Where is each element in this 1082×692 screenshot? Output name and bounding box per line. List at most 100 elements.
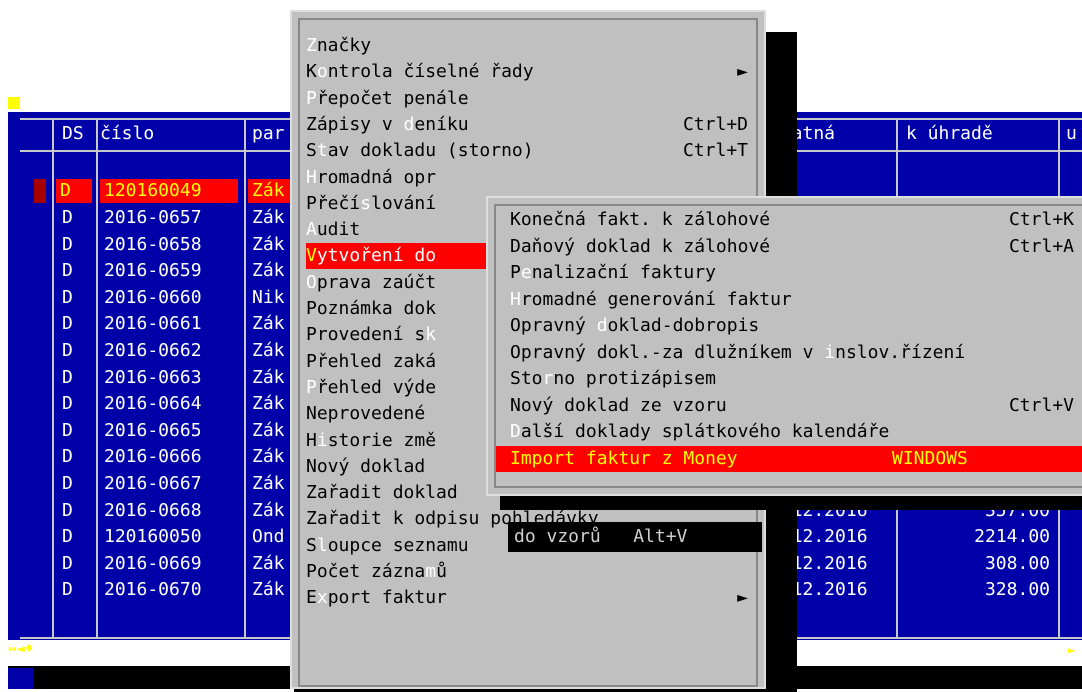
submenu-item-6[interactable]: Storno protizápisem [510, 366, 1082, 392]
table-cell-k-uhrade[interactable]: 308.00 [900, 552, 1050, 576]
menu-item-hotkey: e [520, 262, 532, 283]
table-cell-ds[interactable]: D [62, 578, 73, 602]
menu-item-hotkey: Z [306, 35, 317, 56]
table-cell-partner[interactable]: Zák [252, 445, 285, 469]
menu-item-4[interactable]: Stav dokladu (storno) Ctrl+T [306, 138, 756, 164]
table-cell-ds[interactable]: D [62, 366, 73, 390]
column-header-cislo[interactable]: číslo [100, 122, 154, 146]
table-cell-partner[interactable]: Zák [252, 339, 285, 363]
table-cell-cislo[interactable]: 2016-0658 [104, 233, 202, 257]
table-cell-cislo[interactable]: 2016-0669 [104, 552, 202, 576]
table-cell-partner[interactable]: Zák [252, 552, 285, 576]
table-cell-partner[interactable]: Zák [252, 366, 285, 390]
table-cell-ds[interactable]: D [62, 312, 73, 336]
menu-item-label: Zápisy v [306, 113, 404, 135]
menu-item-0[interactable]: Značky [306, 33, 756, 59]
menu-item-hotkey: d [596, 315, 608, 336]
table-cell-cislo[interactable]: 2016-0667 [104, 472, 202, 496]
table-cell-partner[interactable]: Zák [252, 259, 285, 283]
submenu-item-1[interactable]: Daňový doklad k zálohové Ctrl+A [510, 234, 1082, 260]
submenu-item-3[interactable]: Hromadné generování faktur [510, 287, 1082, 313]
table-cell-cislo[interactable]: 2016-0666 [104, 445, 202, 469]
table-cell-partner[interactable]: Zák [252, 578, 285, 602]
table-cell-ds[interactable]: D [62, 233, 73, 257]
menu-item-label-rest: romadná opr [316, 166, 437, 188]
table-cell-ds[interactable]: D [62, 259, 73, 283]
table-cell-partner[interactable]: Zák [252, 312, 285, 336]
table-cell-ds[interactable]: D [62, 286, 73, 310]
column-header-ds[interactable]: DS [62, 122, 84, 146]
menu-item-3[interactable]: Zápisy v deníku Ctrl+D [306, 112, 756, 138]
table-cell-partner[interactable]: Nik [252, 286, 285, 310]
table-cell-cislo[interactable]: 2016-0664 [104, 392, 202, 416]
table-cell-partner[interactable]: Ond [252, 525, 285, 549]
table-cell-ds[interactable]: D [62, 499, 73, 523]
table-cell-k-uhrade[interactable]: 2214.00 [900, 525, 1050, 549]
selected-row-cislo[interactable]: 120160049 [100, 179, 238, 203]
menu-item-5[interactable]: Hromadná opr [306, 165, 756, 191]
menu-item-label-rest: alší doklady splátkového kalendáře [520, 421, 890, 442]
selected-row-ds[interactable]: D [56, 179, 92, 203]
table-cell-ds[interactable]: D [62, 552, 73, 576]
table-cell-partner[interactable]: Zák [252, 472, 285, 496]
menu-item-8[interactable]: Vytvoření do [306, 243, 488, 270]
table-cell-cislo[interactable]: 2016-0657 [104, 206, 202, 230]
menu-item-label-rest: udit [316, 219, 361, 241]
horizontal-scroll-left-icon[interactable]: ↔◄♦ [8, 642, 33, 656]
submenu-item-9[interactable]: Import faktur z Money WINDOWS [496, 445, 1082, 472]
menu-item-label-rest: lování [371, 192, 437, 214]
table-cell-cislo[interactable]: 2016-0665 [104, 419, 202, 443]
table-cell-partner[interactable]: Zák [252, 206, 285, 230]
selected-row-partner[interactable]: Zák [248, 179, 294, 203]
menu-item-hotkey: l [316, 534, 328, 556]
table-cell-cislo[interactable]: 2016-0663 [104, 366, 202, 390]
submenu-item-7[interactable]: Nový doklad ze vzoru Ctrl+V [510, 393, 1082, 419]
menu-item-21[interactable]: Export faktur ► [306, 585, 756, 611]
table-cell-ds[interactable]: D [62, 445, 73, 469]
table-cell-cislo[interactable]: 2016-0662 [104, 339, 202, 363]
submenu-item-5[interactable]: Opravný dokl.-za dlužníkem v inslov.říze… [510, 340, 1082, 366]
submenu-item-8[interactable]: Další doklady splátkového kalendáře [510, 419, 1082, 445]
table-cell-partner[interactable]: Zák [252, 499, 285, 523]
submenu-item-4[interactable]: Opravný doklad-dobropis [510, 313, 1082, 339]
table-cell-partner[interactable]: Zák [252, 392, 285, 416]
menu-item-2[interactable]: Přepočet penále [306, 86, 756, 112]
menu-item-hotkey: i [824, 341, 836, 363]
menu-item-label-rest: eníku [414, 113, 469, 135]
table-cell-partner[interactable]: Zák [252, 419, 285, 443]
menu-item-label-rest: oupce seznamu [327, 534, 469, 556]
table-cell-cislo[interactable]: 120160050 [104, 525, 202, 549]
table-cell-ds[interactable]: D [62, 206, 73, 230]
table-cell-cislo[interactable]: 2016-0668 [104, 499, 202, 523]
table-cell-ds[interactable]: D [62, 419, 73, 443]
table-cell-cislo[interactable]: 2016-0661 [104, 312, 202, 336]
menu-item-hotkey: P [306, 87, 317, 109]
table-cell-cislo[interactable]: 2016-0659 [104, 259, 202, 283]
window-corner-marker [8, 97, 20, 109]
table-cell-partner[interactable]: Zák [252, 233, 285, 257]
submenu-item-2[interactable]: Penalizační faktury [510, 260, 1082, 286]
menu-item-label: Konečná fakt. k zálohové [510, 209, 771, 230]
table-cell-ds[interactable]: D [62, 339, 73, 363]
column-header-k-uhrade[interactable]: k úhradě [906, 122, 993, 146]
menu-item-20[interactable]: Počet záznamů [306, 559, 756, 585]
menu-item-label-rest: nslov.řízení [835, 341, 966, 363]
table-cell-cislo[interactable]: 2016-0670 [104, 578, 202, 602]
menu-item-label: H [306, 429, 317, 451]
table-cell-ds[interactable]: D [62, 392, 73, 416]
table-cell-ds[interactable]: D [62, 472, 73, 496]
column-header-u[interactable]: u [1066, 122, 1077, 146]
menu-item-shortcut: Ctrl+K [1008, 209, 1074, 230]
table-cell-k-uhrade[interactable]: 328.00 [900, 578, 1050, 602]
submenu-item-0[interactable]: Konečná fakt. k zálohové Ctrl+K [510, 207, 1082, 233]
menu-item-hotkey: o [316, 61, 328, 83]
menu-item-hotkey: i [316, 429, 328, 451]
table-cell-cislo[interactable]: 2016-0660 [104, 286, 202, 310]
menu-item-hotkey: D [510, 421, 521, 442]
column-header-partner[interactable]: par [252, 122, 285, 146]
menu-item-label-rest: ntrola číselné řady [327, 61, 534, 83]
table-cell-ds[interactable]: D [62, 525, 73, 549]
menu-item-1[interactable]: Kontrola číselné řady ► [306, 59, 756, 85]
menu-item-label: E [306, 587, 317, 609]
horizontal-scroll-right-icon[interactable]: ► [1068, 644, 1078, 656]
